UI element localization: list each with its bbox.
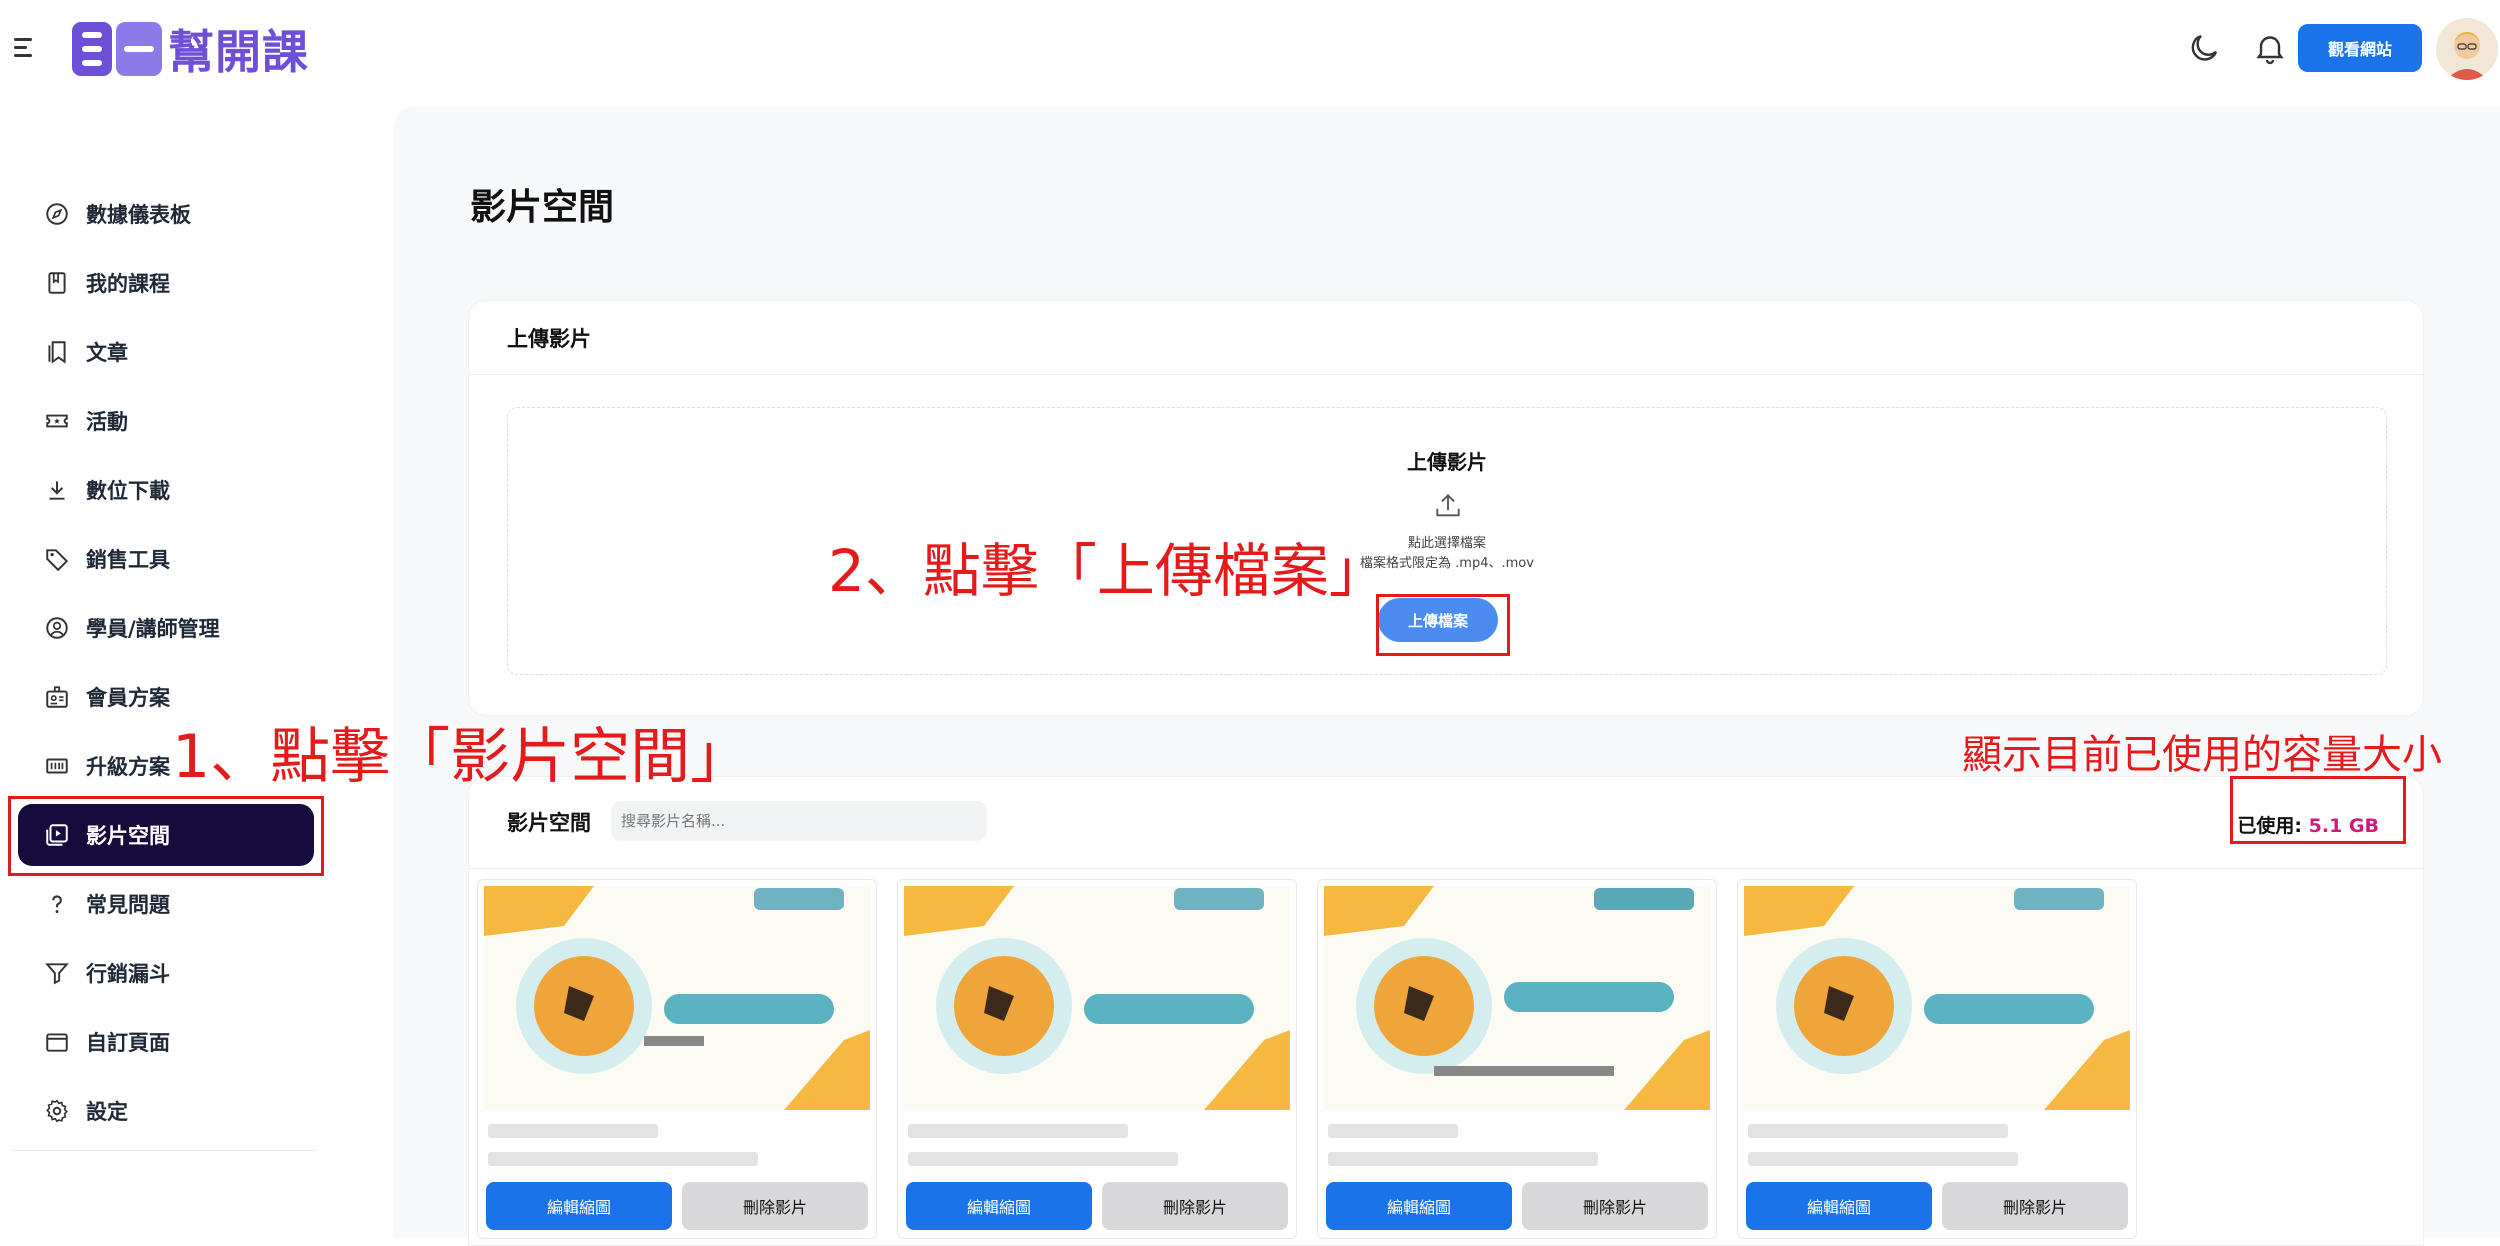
sidebar-item-label: 銷售工具: [86, 548, 170, 572]
annotation-step2: 2、點擊「上傳檔案」: [828, 537, 1387, 605]
funnel-icon: [42, 958, 72, 988]
download-icon: [42, 475, 72, 505]
upload-icon: [1436, 494, 1460, 517]
sidebar-item-digital-downloads[interactable]: 數位下載: [18, 459, 314, 521]
bookmark-doc-icon: [42, 337, 72, 367]
upload-card-title: 上傳影片: [507, 326, 591, 351]
delete-video-button[interactable]: 刪除影片: [1522, 1182, 1708, 1230]
video-thumbnail[interactable]: [1744, 886, 2130, 1110]
book-icon: [42, 268, 72, 298]
sidebar-item-label: 行銷漏斗: [86, 962, 170, 986]
moon-icon[interactable]: [2186, 30, 2222, 66]
question-icon: [42, 889, 72, 919]
sidebar-item-faq[interactable]: 常見問題: [18, 873, 314, 935]
compass-icon: [42, 199, 72, 229]
avatar[interactable]: [2436, 18, 2498, 80]
video-library-title: 影片空間: [507, 811, 591, 835]
logo-mark-icon: [72, 22, 162, 76]
video-meta: [908, 1152, 1178, 1166]
id-badge-icon: [42, 682, 72, 712]
sidebar-item-label: 會員方案: [86, 686, 170, 710]
delete-video-button[interactable]: 刪除影片: [1942, 1182, 2128, 1230]
view-site-button[interactable]: 觀看網站: [2298, 24, 2422, 72]
sidebar-item-label: 活動: [86, 410, 128, 434]
sidebar-item-sales-tools[interactable]: 銷售工具: [18, 528, 314, 590]
sidebar-item-label: 自訂頁面: [86, 1031, 170, 1055]
video-meta: [1748, 1152, 2018, 1166]
video-card[interactable]: 編輯縮圖 刪除影片: [477, 879, 877, 1239]
video-thumbnail-image: [1744, 886, 2130, 1110]
sidebar-item-label: 常見問題: [86, 893, 170, 917]
video-card[interactable]: 編輯縮圖 刪除影片: [897, 879, 1297, 1239]
sidebar-item-settings[interactable]: 設定: [18, 1080, 314, 1142]
video-title: [1748, 1124, 2008, 1138]
annotation-box-upload-button: [1376, 594, 1510, 656]
video-thumbnail[interactable]: [484, 886, 870, 1110]
sidebar-item-custom-pages[interactable]: 自訂頁面: [18, 1011, 314, 1073]
page-title: 影片空間: [470, 187, 615, 228]
dropzone-title: 上傳影片: [1407, 450, 1487, 474]
main-content: 影片空間 上傳影片 上傳影片 點此選擇檔案 檔案格式限定為 .mp4、.mov …: [394, 106, 2500, 1246]
video-meta: [488, 1152, 758, 1166]
annotation-step1: 1、點擊「影片空間」: [172, 722, 751, 792]
sidebar-item-label: 學員/講師管理: [86, 617, 220, 641]
sidebar-item-label: 設定: [86, 1100, 128, 1124]
video-card[interactable]: 編輯縮圖 刪除影片: [1317, 879, 1717, 1239]
annotation-box-usage: [2230, 776, 2406, 844]
ticket-icon: [42, 406, 72, 436]
sidebar-item-label: 我的課程: [86, 272, 170, 296]
user-circle-icon: [42, 613, 72, 643]
sidebar-item-articles[interactable]: 文章: [18, 321, 314, 383]
upload-card-header: 上傳影片: [469, 301, 2423, 375]
video-title: [908, 1124, 1128, 1138]
video-title: [1328, 1124, 1458, 1138]
tag-icon: [42, 544, 72, 574]
logo-text: 幫開課: [168, 25, 309, 79]
gear-icon: [42, 1096, 72, 1126]
video-title: [488, 1124, 658, 1138]
annotation-usage-note: 顯示目前已使用的容量大小: [1962, 732, 2442, 778]
sidebar-item-label: 數位下載: [86, 479, 170, 503]
hamburger-menu-icon[interactable]: [14, 38, 38, 60]
sidebar-item-dashboard[interactable]: 數據儀表板: [18, 183, 314, 245]
video-library-header: 影片空間 已使用: 5.1 GB: [469, 777, 2423, 869]
video-thumbnail[interactable]: [1324, 886, 1710, 1110]
video-meta: [1328, 1152, 1598, 1166]
sidebar-item-events[interactable]: 活動: [18, 390, 314, 452]
sidebar-divider: [12, 1150, 316, 1151]
sidebar-item-marketing-funnel[interactable]: 行銷漏斗: [18, 942, 314, 1004]
sidebar-item-label: 數據儀表板: [86, 203, 191, 227]
video-thumbnail-image: [1324, 886, 1710, 1110]
video-search-input[interactable]: [611, 801, 987, 841]
sidebar-item-label: 升級方案: [86, 755, 170, 779]
sidebar-item-students-teachers[interactable]: 學員/講師管理: [18, 597, 314, 659]
video-thumbnail-image: [904, 886, 1290, 1110]
top-bar: 幫開課 觀看網站: [0, 0, 2500, 100]
video-card[interactable]: 編輯縮圖 刪除影片: [1737, 879, 2137, 1239]
dropzone-hint-click: 點此選擇檔案: [1407, 536, 1486, 551]
video-thumbnail[interactable]: [904, 886, 1290, 1110]
dropzone-hint-format: 檔案格式限定為 .mp4、.mov: [1360, 556, 1534, 571]
plan-icon: [42, 751, 72, 781]
edit-thumbnail-button[interactable]: 編輯縮圖: [906, 1182, 1092, 1230]
bell-icon[interactable]: [2252, 30, 2288, 66]
edit-thumbnail-button[interactable]: 編輯縮圖: [486, 1182, 672, 1230]
sidebar: 數據儀表板 我的課程 文章 活動 數位下載 銷售工具 學員/講師管理 會員方案 …: [0, 100, 330, 1238]
delete-video-button[interactable]: 刪除影片: [1102, 1182, 1288, 1230]
video-library-card: 影片空間 已使用: 5.1 GB 編輯縮圖 刪除影片: [468, 776, 2424, 1246]
edit-thumbnail-button[interactable]: 編輯縮圖: [1326, 1182, 1512, 1230]
edit-thumbnail-button[interactable]: 編輯縮圖: [1746, 1182, 1932, 1230]
delete-video-button[interactable]: 刪除影片: [682, 1182, 868, 1230]
window-icon: [42, 1027, 72, 1057]
video-thumbnail-image: [484, 886, 870, 1110]
annotation-box-video-space: [8, 796, 324, 876]
user-avatar-icon: [2436, 18, 2498, 80]
sidebar-item-my-courses[interactable]: 我的課程: [18, 252, 314, 314]
sidebar-item-label: 文章: [86, 341, 128, 365]
logo[interactable]: 幫開課: [72, 20, 309, 79]
